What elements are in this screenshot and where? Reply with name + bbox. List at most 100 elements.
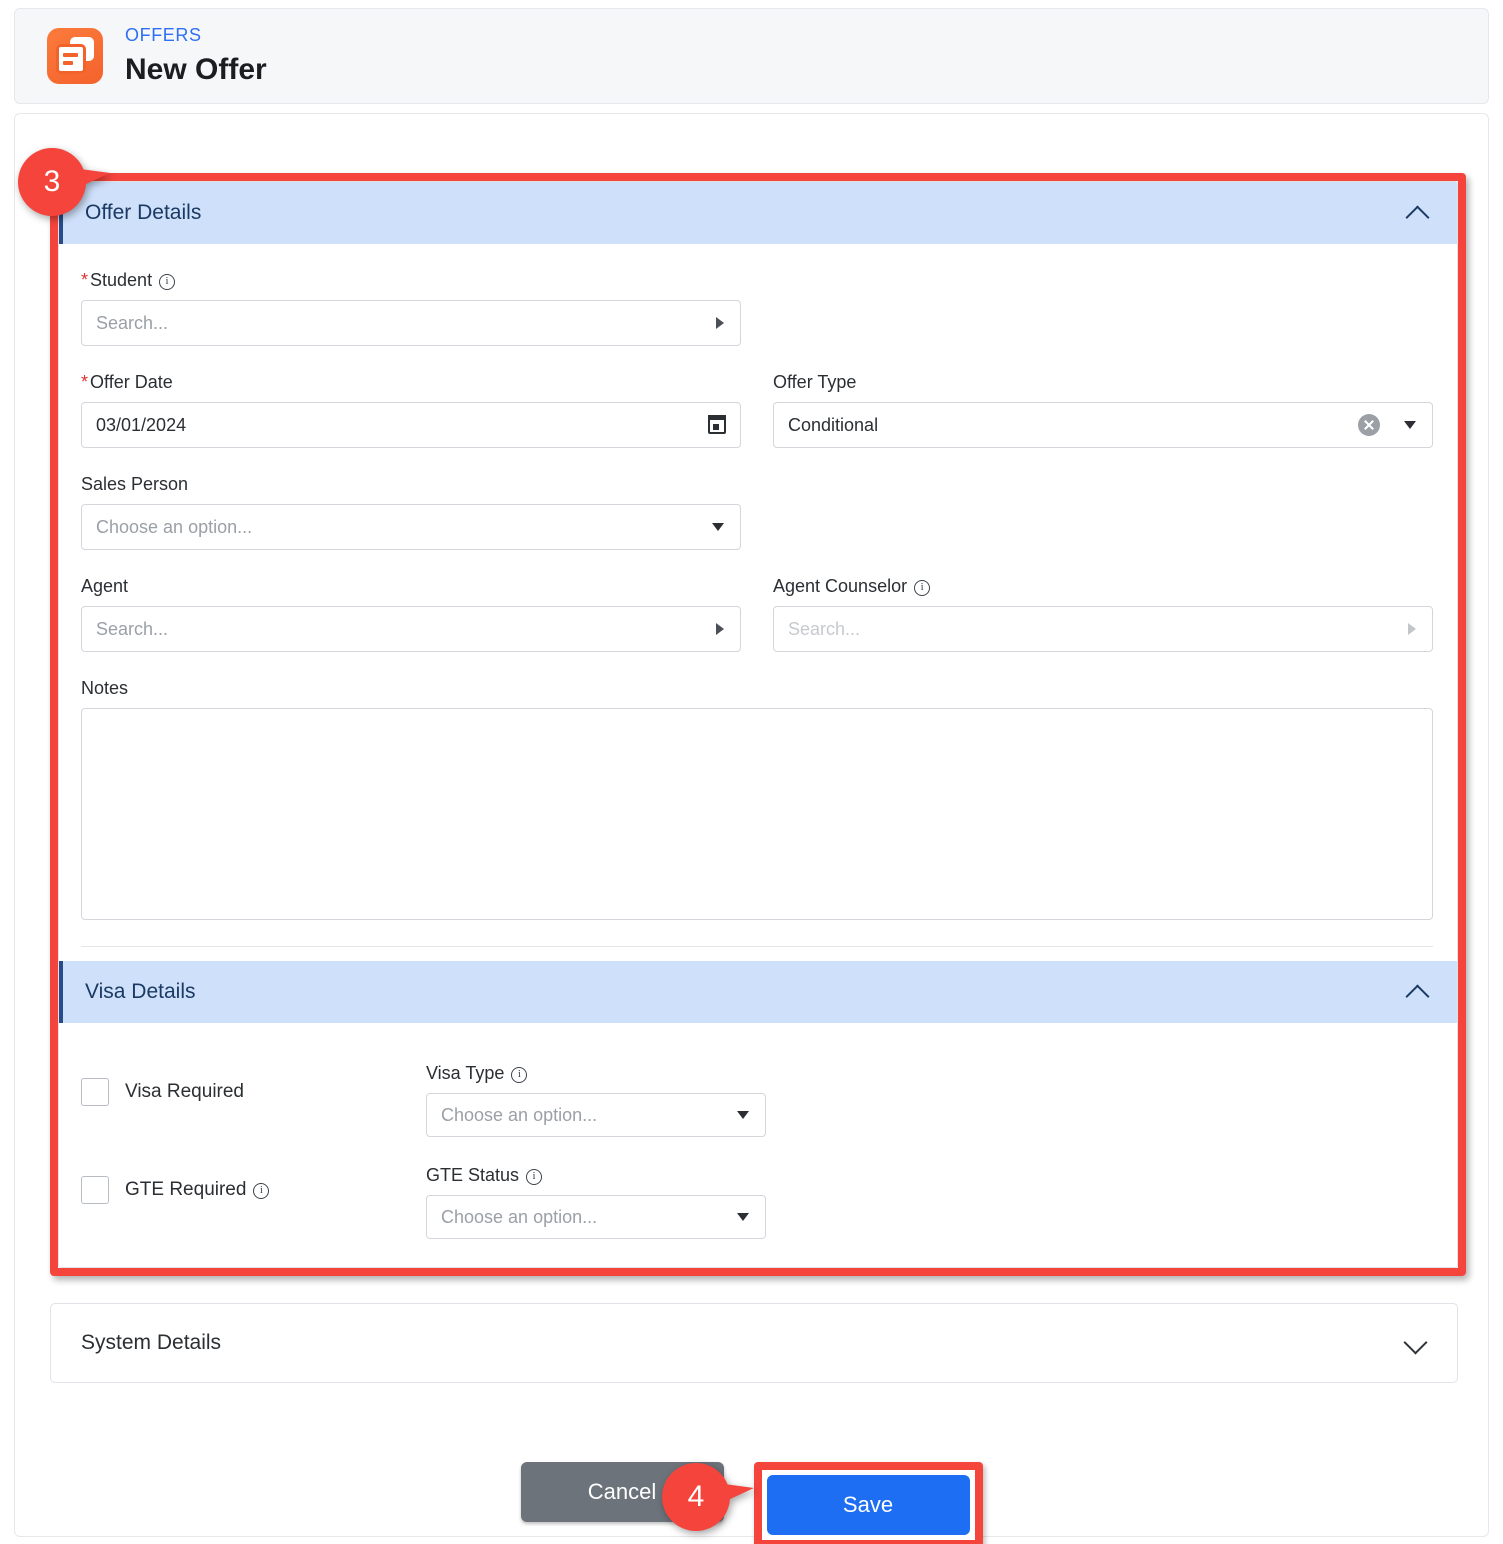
visa-select-column: Visa Type Choose an option... GTE Status <box>426 1063 766 1267</box>
offers-app-icon <box>47 28 103 84</box>
agent-row: Agent Search... Agent Counselor i Search… <box>81 576 1433 678</box>
page-header: OFFERS New Offer <box>14 8 1489 104</box>
sales-person-col: Sales Person Choose an option... <box>81 474 741 576</box>
caret-right-icon[interactable] <box>716 317 724 329</box>
student-label-text: Student <box>90 270 153 290</box>
student-row: * Student Search... <box>81 270 1433 372</box>
student-field: * Student Search... <box>81 270 741 346</box>
offers-icon-front-square <box>56 44 86 74</box>
visa-type-label: Visa Type <box>426 1063 766 1084</box>
student-info-icon[interactable] <box>159 273 176 290</box>
system-details-section-header[interactable]: System Details <box>50 1303 1458 1383</box>
sales-person-row-spacer <box>773 474 1433 576</box>
offer-type-label-text: Offer Type <box>773 372 857 392</box>
gte-required-label-text: GTE Required <box>125 1179 247 1200</box>
visa-type-select[interactable]: Choose an option... <box>426 1093 766 1137</box>
clear-circle-x-icon[interactable] <box>1358 414 1380 436</box>
visa-required-label-text: Visa Required <box>125 1081 245 1102</box>
agent-col: Agent Search... <box>81 576 741 678</box>
agent-counselor-col: Agent Counselor Search... <box>773 576 1433 678</box>
offer-date-input[interactable]: 03/01/2024 <box>81 402 741 448</box>
student-col: * Student Search... <box>81 270 741 372</box>
offer-date-value: 03/01/2024 <box>96 414 187 435</box>
agent-counselor-input[interactable]: Search... <box>773 606 1433 652</box>
visa-type-label-text: Visa Type <box>426 1063 505 1083</box>
agent-counselor-placeholder: Search... <box>788 618 861 639</box>
agent-label-text: Agent <box>81 576 129 596</box>
agent-input[interactable]: Search... <box>81 606 741 652</box>
offer-date-required-marker: * <box>81 372 89 392</box>
caret-right-icon[interactable] <box>1408 623 1416 635</box>
offer-type-field: Offer Type Conditional <box>773 372 1433 448</box>
agent-label: Agent <box>81 576 741 597</box>
offer-type-value: Conditional <box>788 414 879 435</box>
visa-checkbox-column: Visa Required GTE Required <box>81 1063 426 1267</box>
header-text-block: OFFERS New Offer <box>125 25 267 86</box>
caret-down-icon[interactable] <box>1404 421 1416 429</box>
agent-counselor-label: Agent Counselor <box>773 576 1433 597</box>
sales-person-placeholder: Choose an option... <box>96 516 253 537</box>
offer-details-section-header[interactable]: Offer Details <box>59 182 1457 244</box>
gte-required-row: GTE Required <box>81 1167 426 1213</box>
gte-status-placeholder: Choose an option... <box>441 1206 598 1227</box>
chevron-up-icon[interactable] <box>1405 984 1431 1000</box>
offer-type-label: Offer Type <box>773 372 1433 393</box>
sales-person-select[interactable]: Choose an option... <box>81 504 741 550</box>
visa-required-checkbox[interactable] <box>81 1078 109 1106</box>
chevron-up-icon[interactable] <box>1405 205 1431 221</box>
offers-icon-line-2 <box>63 61 73 65</box>
offer-details-section-body: * Student Search... <box>59 244 1457 961</box>
gte-status-label-text: GTE Status <box>426 1165 520 1185</box>
notes-field: Notes <box>81 678 1433 920</box>
offer-type-select[interactable]: Conditional <box>773 402 1433 448</box>
step-badge-3-number: 3 <box>43 165 61 198</box>
gte-status-info-icon[interactable] <box>526 1168 543 1185</box>
gte-required-checkbox[interactable] <box>81 1176 109 1204</box>
agent-counselor-info-icon[interactable] <box>914 579 931 596</box>
caret-down-icon[interactable] <box>737 1111 749 1119</box>
section-divider <box>81 946 1433 947</box>
step-badge-4: 4 <box>662 1463 754 1531</box>
agent-counselor-label-text: Agent Counselor <box>773 576 908 596</box>
sales-person-row: Sales Person Choose an option... <box>81 474 1433 576</box>
offer-date-label-text: Offer Date <box>90 372 173 392</box>
caret-down-icon[interactable] <box>737 1213 749 1221</box>
gte-required-info-icon[interactable] <box>253 1182 270 1199</box>
system-details-title: System Details <box>81 1331 222 1354</box>
step-badge-4-number: 4 <box>687 1480 705 1513</box>
visa-type-info-icon[interactable] <box>511 1066 528 1083</box>
student-required-marker: * <box>81 270 89 290</box>
student-row-spacer <box>773 270 1433 372</box>
caret-down-icon[interactable] <box>712 523 724 531</box>
visa-details-section-header[interactable]: Visa Details <box>59 961 1457 1023</box>
gte-status-label: GTE Status <box>426 1165 766 1186</box>
chevron-down-icon[interactable] <box>1403 1335 1429 1351</box>
notes-textarea[interactable] <box>81 708 1433 920</box>
sales-person-field: Sales Person Choose an option... <box>81 474 741 550</box>
student-input[interactable]: Search... <box>81 300 741 346</box>
offer-date-label: * Offer Date <box>81 372 741 393</box>
offers-icon-line-1 <box>63 53 78 57</box>
agent-counselor-field: Agent Counselor Search... <box>773 576 1433 652</box>
save-button[interactable]: Save <box>766 1475 970 1535</box>
visa-grid: Visa Required GTE Required Vis <box>81 1049 1433 1267</box>
page-title: New Offer <box>125 52 267 86</box>
calendar-icon[interactable] <box>708 415 726 434</box>
agent-field: Agent Search... <box>81 576 741 652</box>
visa-details-section-body: Visa Required GTE Required Vis <box>59 1023 1457 1267</box>
caret-right-icon[interactable] <box>716 623 724 635</box>
offer-date-col: * Offer Date 03/01/2024 <box>81 372 741 474</box>
step-4-save-highlight: Save <box>753 1462 983 1544</box>
new-offer-page: OFFERS New Offer Offer Details * Student <box>0 0 1503 1544</box>
offer-date-type-row: * Offer Date 03/01/2024 Offer Type Condi… <box>81 372 1433 474</box>
gte-status-field: GTE Status Choose an option... <box>426 1165 766 1239</box>
step-badge-3: 3 <box>18 148 110 216</box>
details-panels: Offer Details * Student Search... <box>58 181 1458 1268</box>
offer-date-field: * Offer Date 03/01/2024 <box>81 372 741 448</box>
visa-required-label: Visa Required <box>125 1081 244 1103</box>
notes-label: Notes <box>81 678 1433 699</box>
gte-status-select[interactable]: Choose an option... <box>426 1195 766 1239</box>
gte-required-label: GTE Required <box>125 1179 270 1201</box>
notes-label-text: Notes <box>81 678 129 698</box>
breadcrumb[interactable]: OFFERS <box>125 25 267 46</box>
